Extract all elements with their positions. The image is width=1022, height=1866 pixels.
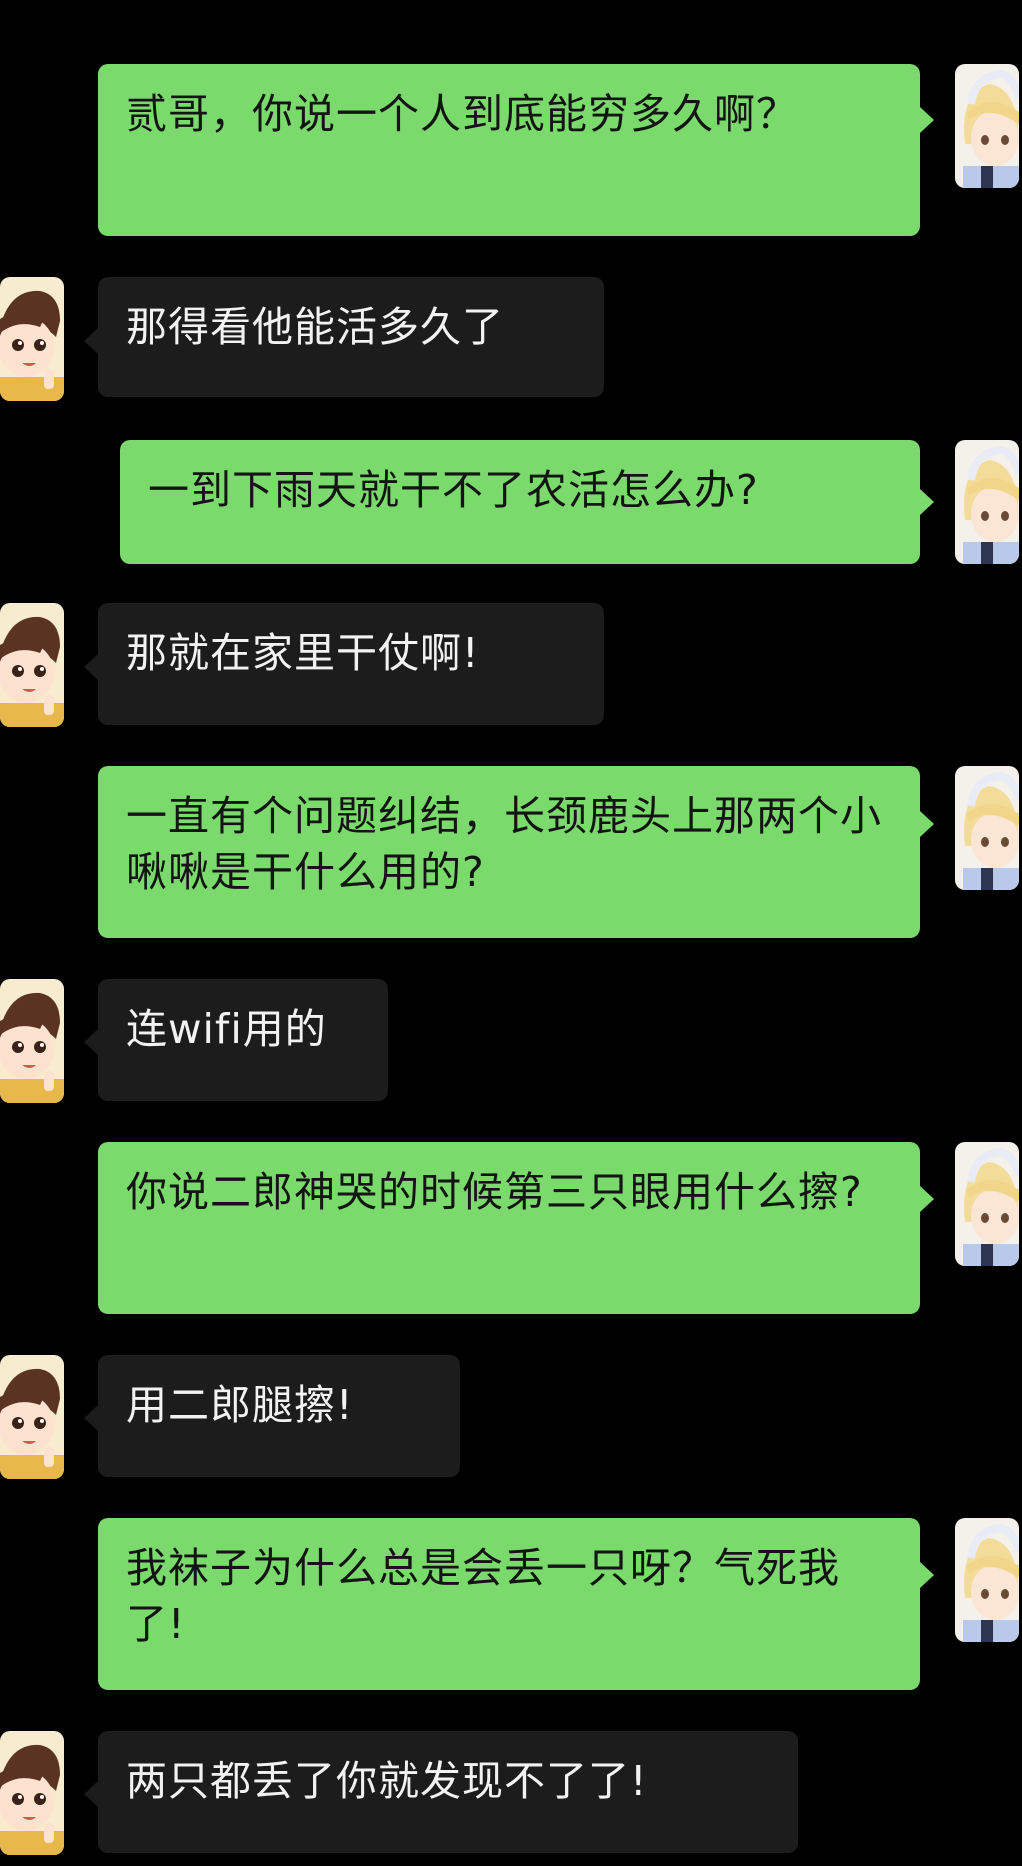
blonde-anime-character-avatar-icon bbox=[955, 766, 1019, 890]
self-avatar[interactable] bbox=[955, 1142, 1019, 1266]
blonde-anime-character-avatar-icon bbox=[955, 1518, 1019, 1642]
sent-message-bubble[interactable]: 我袜子为什么总是会丢一只呀？气死我了! bbox=[98, 1518, 920, 1690]
sent-message-bubble[interactable]: 你说二郎神哭的时候第三只眼用什么擦? bbox=[98, 1142, 920, 1314]
blonde-anime-character-avatar-icon bbox=[955, 440, 1019, 564]
other-avatar[interactable] bbox=[0, 277, 64, 401]
bubble-tail bbox=[920, 811, 934, 837]
received-message-bubble[interactable]: 用二郎腿擦! bbox=[98, 1355, 460, 1477]
sent-message-bubble[interactable]: 一到下雨天就干不了农活怎么办? bbox=[120, 440, 920, 564]
cartoon-boy-avatar-icon bbox=[0, 979, 64, 1103]
received-message-bubble[interactable]: 连wifi用的 bbox=[98, 979, 388, 1101]
bubble-tail bbox=[84, 1029, 98, 1055]
cartoon-boy-avatar-icon bbox=[0, 1355, 64, 1479]
other-avatar[interactable] bbox=[0, 979, 64, 1103]
bubble-tail bbox=[84, 1405, 98, 1431]
self-avatar[interactable] bbox=[955, 64, 1019, 188]
sent-message-bubble[interactable]: 贰哥，你说一个人到底能穷多久啊？ bbox=[98, 64, 920, 236]
other-avatar[interactable] bbox=[0, 1355, 64, 1479]
bubble-tail bbox=[920, 107, 934, 133]
bubble-tail bbox=[920, 1562, 934, 1588]
bubble-tail bbox=[84, 1781, 98, 1807]
received-message-bubble[interactable]: 两只都丢了你就发现不了了! bbox=[98, 1731, 798, 1853]
received-message-bubble[interactable]: 那得看他能活多久了 bbox=[98, 277, 604, 397]
blonde-anime-character-avatar-icon bbox=[955, 1142, 1019, 1266]
self-avatar[interactable] bbox=[955, 1518, 1019, 1642]
self-avatar[interactable] bbox=[955, 766, 1019, 890]
bubble-tail bbox=[920, 1186, 934, 1212]
cartoon-boy-avatar-icon bbox=[0, 277, 64, 401]
blonde-anime-character-avatar-icon bbox=[955, 64, 1019, 188]
self-avatar[interactable] bbox=[955, 440, 1019, 564]
other-avatar[interactable] bbox=[0, 1731, 64, 1855]
bubble-tail bbox=[920, 489, 934, 515]
sent-message-bubble[interactable]: 一直有个问题纠结，长颈鹿头上那两个小啾啾是干什么用的? bbox=[98, 766, 920, 938]
chat-message-list[interactable]: 贰哥，你说一个人到底能穷多久啊？ 那得看他能活多久了 一到下雨天就干不了农活怎么… bbox=[0, 0, 1022, 1866]
bubble-tail bbox=[84, 328, 98, 354]
received-message-bubble[interactable]: 那就在家里干仗啊! bbox=[98, 603, 604, 725]
cartoon-boy-avatar-icon bbox=[0, 603, 64, 727]
bubble-tail bbox=[84, 654, 98, 680]
cartoon-boy-avatar-icon bbox=[0, 1731, 64, 1855]
other-avatar[interactable] bbox=[0, 603, 64, 727]
